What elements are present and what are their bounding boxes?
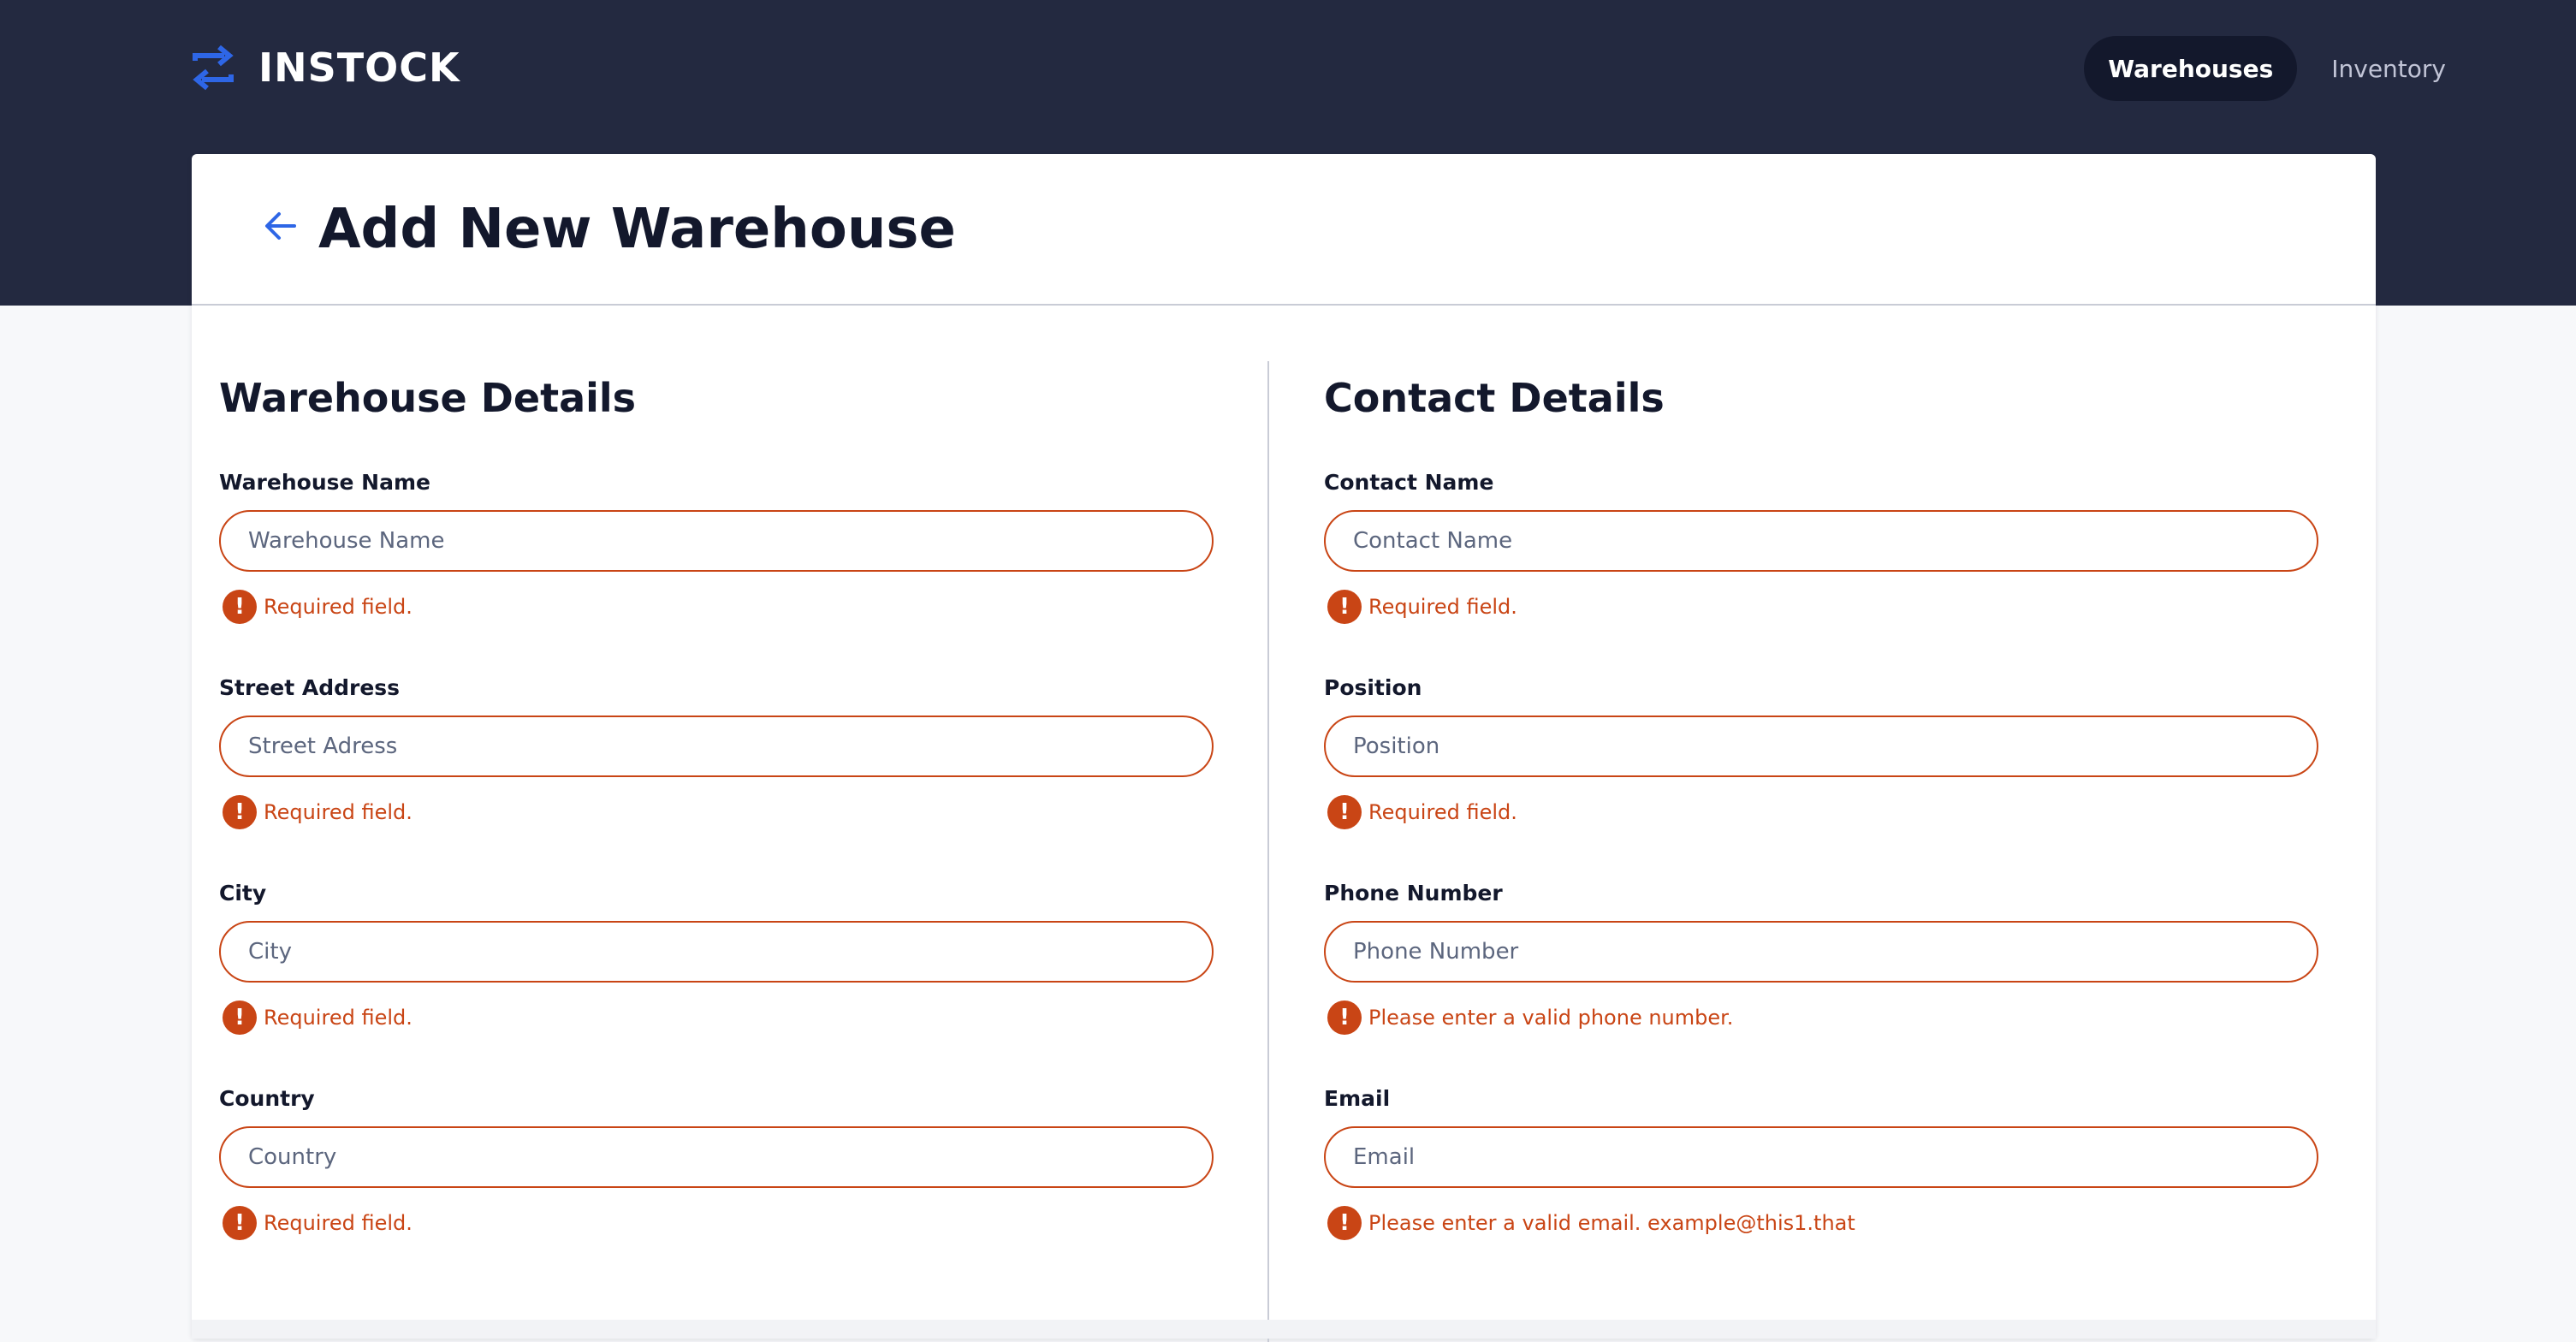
swap-arrows-icon xyxy=(193,45,234,91)
street-address-input[interactable] xyxy=(219,716,1214,777)
error-message: ! Required field. xyxy=(223,1000,413,1036)
contact-name-input[interactable] xyxy=(1324,510,2318,572)
page-header: Add New Warehouse xyxy=(192,154,2376,306)
section-title: Contact Details xyxy=(1324,375,1665,421)
position-field: Position ! Required field. xyxy=(1324,673,2318,829)
form-footer xyxy=(192,1320,2376,1339)
form-columns: Warehouse Details Warehouse Name ! Requi… xyxy=(192,306,2376,1342)
error-icon: ! xyxy=(1327,1001,1362,1035)
form-card: Add New Warehouse Warehouse Details Ware… xyxy=(192,154,2376,1342)
error-message: ! Required field. xyxy=(1327,589,1517,625)
error-icon: ! xyxy=(223,1206,257,1240)
field-label: Email xyxy=(1324,1086,1391,1111)
warehouse-details-section: Warehouse Details Warehouse Name ! Requi… xyxy=(219,367,1214,1240)
phone-number-input[interactable] xyxy=(1324,921,2318,983)
main-nav: Warehouses Inventory xyxy=(2084,36,2470,101)
error-text: Required field. xyxy=(264,800,413,824)
field-label: City xyxy=(219,881,267,906)
nav-warehouses[interactable]: Warehouses xyxy=(2084,36,2298,101)
error-icon: ! xyxy=(223,1001,257,1035)
page-title: Add New Warehouse xyxy=(318,197,956,261)
error-message: ! Please enter a valid email. example@th… xyxy=(1327,1205,1855,1241)
error-text: Required field. xyxy=(1368,800,1517,824)
error-text: Required field. xyxy=(264,595,413,619)
warehouse-name-input[interactable] xyxy=(219,510,1214,572)
field-label: Phone Number xyxy=(1324,881,1503,906)
field-label: Warehouse Name xyxy=(219,470,430,495)
field-label: Country xyxy=(219,1086,315,1111)
logo[interactable]: INSTOCK xyxy=(190,39,460,96)
field-label: Position xyxy=(1324,675,1422,700)
phone-number-field: Phone Number ! Please enter a valid phon… xyxy=(1324,878,2318,1035)
city-field: City ! Required field. xyxy=(219,878,1214,1035)
error-icon: ! xyxy=(223,590,257,624)
error-message: ! Please enter a valid phone number. xyxy=(1327,1000,1733,1036)
contact-details-section: Contact Details Contact Name ! Required … xyxy=(1324,367,2318,1240)
warehouse-name-field: Warehouse Name ! Required field. xyxy=(219,467,1214,624)
field-label: Street Address xyxy=(219,675,401,700)
contact-name-field: Contact Name ! Required field. xyxy=(1324,467,2318,624)
email-field: Email ! Please enter a valid email. exam… xyxy=(1324,1084,2318,1240)
error-icon: ! xyxy=(223,795,257,829)
city-input[interactable] xyxy=(219,921,1214,983)
section-title: Warehouse Details xyxy=(219,375,637,421)
error-icon: ! xyxy=(1327,590,1362,624)
field-label: Contact Name xyxy=(1324,470,1494,495)
error-text: Required field. xyxy=(264,1211,413,1235)
country-field: Country ! Required field. xyxy=(219,1084,1214,1240)
position-input[interactable] xyxy=(1324,716,2318,777)
error-message: ! Required field. xyxy=(1327,794,1517,830)
email-input[interactable] xyxy=(1324,1126,2318,1188)
error-message: ! Required field. xyxy=(223,589,413,625)
nav-inventory[interactable]: Inventory xyxy=(2307,36,2470,101)
street-address-field: Street Address ! Required field. xyxy=(219,673,1214,829)
arrow-left-icon[interactable] xyxy=(262,207,300,245)
error-icon: ! xyxy=(1327,795,1362,829)
error-icon: ! xyxy=(1327,1206,1362,1240)
country-input[interactable] xyxy=(219,1126,1214,1188)
error-text: Please enter a valid email. example@this… xyxy=(1368,1211,1855,1235)
error-text: Please enter a valid phone number. xyxy=(1368,1006,1734,1030)
error-message: ! Required field. xyxy=(223,1205,413,1241)
error-text: Required field. xyxy=(264,1006,413,1030)
error-text: Required field. xyxy=(1368,595,1517,619)
column-divider xyxy=(1267,361,1269,1342)
error-message: ! Required field. xyxy=(223,794,413,830)
logo-text: INSTOCK xyxy=(258,45,460,91)
